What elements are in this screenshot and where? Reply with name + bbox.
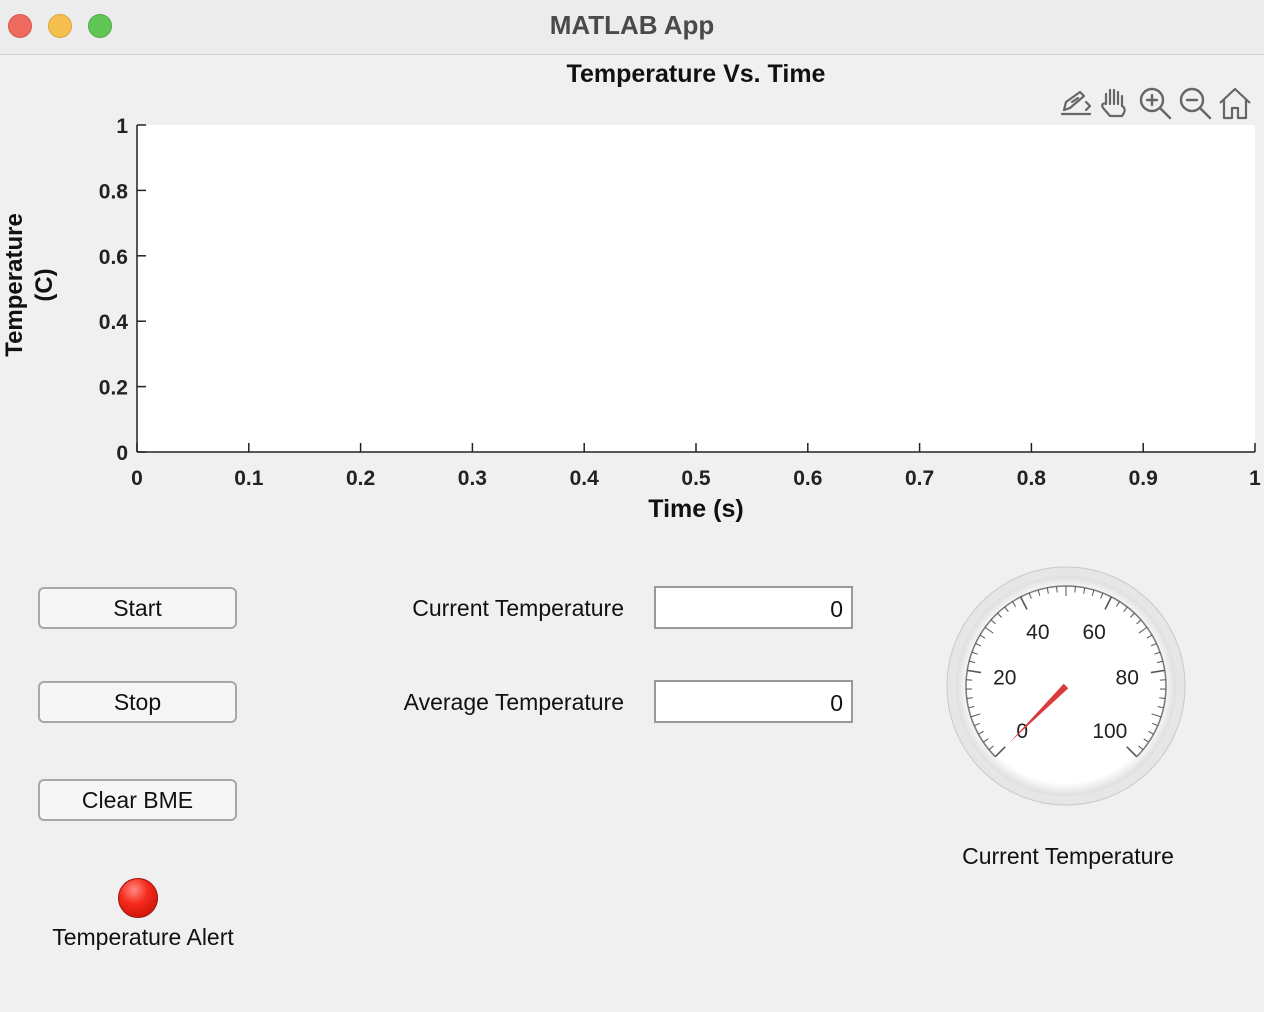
gauge-tick-label: 100 [1092,720,1127,743]
temperature-gauge: 0 20 40 60 80 100 [946,566,1186,806]
current-temperature-label: Current Temperature [412,595,624,621]
gauge-tick-label: 20 [993,666,1016,689]
temperature-alert-label: Temperature Alert [52,924,234,950]
y-axis-title-line-1: Temperature [1,213,28,357]
y-tick-label: 0.6 [99,246,128,269]
y-tick-label: 0 [116,442,128,465]
average-temperature-field[interactable]: 0 [654,680,853,723]
gauge-tick-label: 60 [1082,621,1105,644]
x-tick-label: 0 [131,467,143,490]
gauge-tick-label: 40 [1026,621,1049,644]
gauge-minor-tick [1056,586,1058,593]
x-tick-label: 1 [1249,467,1261,490]
gauge-label: Current Temperature [962,843,1174,869]
clear-bme-button[interactable]: Clear BME [38,779,237,821]
x-tick-label: 0.7 [905,467,934,490]
current-temperature-field[interactable]: 0 [654,586,853,629]
x-tick-label: 0.1 [234,467,264,490]
y-axis-title: Temperature (C) [0,200,60,370]
x-tick-label: 0.2 [346,467,375,490]
gauge-tick-label: 0 [1016,720,1028,743]
start-button[interactable]: Start [38,587,237,629]
y-axis-title-line-2: (C) [31,268,58,302]
x-tick-label: 0.9 [1129,467,1158,490]
gauge-tick-label: 80 [1116,666,1139,689]
x-tick-label: 0.6 [793,467,822,490]
x-axis-title: Time (s) [648,495,744,523]
temperature-alert-lamp [118,878,158,918]
average-temperature-label: Average Temperature [403,689,624,715]
gauge-minor-tick [1074,586,1076,593]
y-tick-label: 0.8 [99,180,129,203]
x-tick-label: 0.4 [570,467,600,490]
x-tick-label: 0.3 [458,467,487,490]
y-tick-label: 0.4 [99,311,129,334]
x-tick-label: 0.8 [1017,467,1047,490]
y-tick-label: 0.2 [99,377,128,400]
stop-button[interactable]: Stop [38,681,237,723]
y-tick-label: 1 [116,115,128,138]
x-tick-label: 0.5 [681,467,711,490]
chart-axes: 0 0.1 0.2 0.3 0.4 0.5 0.6 0.7 0.8 0.9 1 0 0.2 0.4 0.6 0… [99,115,1261,490]
